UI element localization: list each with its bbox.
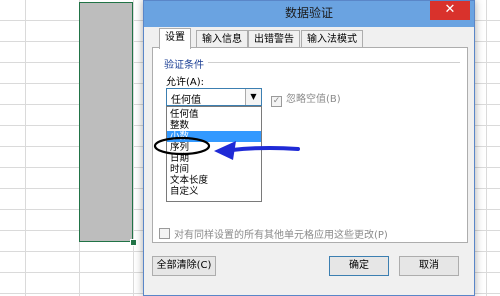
dropdown-option-text-length[interactable]: 文本长度 bbox=[167, 175, 261, 186]
ignore-blank-label: 忽略空值(B) bbox=[286, 94, 341, 105]
dialog-titlebar[interactable]: 数据验证 ✕ bbox=[144, 1, 474, 27]
ignore-blank-option[interactable]: ✓ 忽略空值(B) bbox=[271, 90, 341, 107]
close-icon[interactable]: ✕ bbox=[430, 1, 470, 20]
dropdown-option-time[interactable]: 时间 bbox=[167, 164, 261, 175]
allow-label: 允许(A): bbox=[166, 77, 205, 88]
tab-ime-mode[interactable]: 输入法模式 bbox=[301, 30, 363, 48]
dropdown-option-integer[interactable]: 整数 bbox=[167, 120, 261, 131]
dropdown-option-list[interactable]: 序列 bbox=[167, 142, 261, 153]
tab-settings[interactable]: 设置 bbox=[159, 28, 191, 49]
apply-all-label: 对有同样设置的所有其他单元格应用这些更改(P) bbox=[174, 230, 388, 241]
grid-column-line bbox=[25, 0, 26, 296]
selected-column-range[interactable] bbox=[79, 2, 133, 242]
dropdown-option-date[interactable]: 日期 bbox=[167, 153, 261, 164]
allow-select[interactable]: 任何值 ▼ bbox=[166, 88, 262, 106]
apply-all-checkbox[interactable] bbox=[159, 228, 170, 239]
section-divider bbox=[208, 62, 460, 63]
fill-handle[interactable] bbox=[130, 239, 137, 246]
cancel-button[interactable]: 取消 bbox=[399, 256, 459, 276]
data-validation-dialog: 数据验证 ✕ 设置 输入信息 出错警告 输入法模式 验证条件 允许(A): 任何… bbox=[143, 0, 475, 296]
validation-criteria-heading: 验证条件 bbox=[164, 60, 204, 71]
allow-select-value: 任何值 bbox=[171, 95, 201, 106]
apply-all-option[interactable]: 对有同样设置的所有其他单元格应用这些更改(P) bbox=[159, 226, 388, 241]
dropdown-option-any[interactable]: 任何值 bbox=[167, 109, 261, 120]
tab-error-alert[interactable]: 出错警告 bbox=[248, 30, 300, 48]
ok-button[interactable]: 确定 bbox=[329, 256, 389, 276]
clear-all-button[interactable]: 全部清除(C) bbox=[152, 256, 216, 276]
dropdown-option-decimal[interactable]: 小数 bbox=[167, 131, 261, 142]
dialog-title: 数据验证 bbox=[284, 6, 333, 20]
allow-dropdown-list[interactable]: 任何值 整数 小数 序列 日期 时间 文本长度 自定义 bbox=[166, 106, 262, 202]
dropdown-option-custom[interactable]: 自定义 bbox=[167, 186, 261, 197]
grid-column-line bbox=[486, 0, 487, 296]
tab-input-message[interactable]: 输入信息 bbox=[196, 30, 248, 48]
grid-column-line bbox=[133, 0, 134, 296]
chevron-down-icon[interactable]: ▼ bbox=[245, 89, 261, 105]
ignore-blank-checkbox[interactable]: ✓ bbox=[271, 96, 282, 107]
